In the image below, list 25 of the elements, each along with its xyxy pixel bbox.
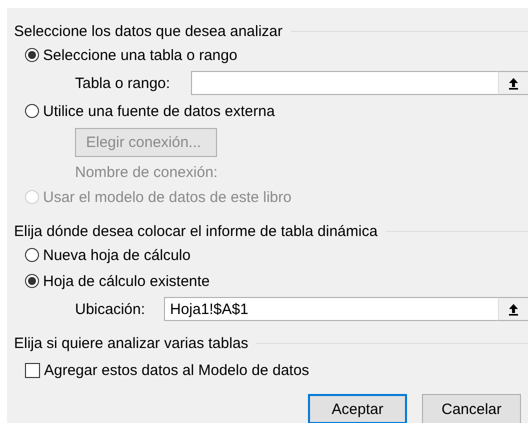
collapse-button[interactable] (498, 297, 528, 321)
input-field[interactable]: Hoja1!$A$1 (164, 297, 498, 321)
radio-button[interactable] (25, 104, 39, 118)
radio-label: Utilice una fuente de datos externa (43, 102, 275, 120)
radio-button[interactable] (25, 48, 39, 62)
connection-name-label: Nombre de conexión: (75, 164, 218, 180)
radio-button[interactable] (25, 248, 39, 262)
radio-label: Hoja de cálculo existente (43, 272, 210, 290)
checkbox-label: Agregar estos datos al Modelo de datos (44, 362, 310, 378)
section-heading: Seleccione los datos que desea analizar (14, 22, 283, 40)
field-label: Ubicación: (75, 300, 146, 318)
section-heading: Elija si quiere analizar varias tablas (14, 334, 248, 352)
ok-button[interactable]: Aceptar (308, 394, 407, 423)
cancel-button[interactable]: Cancelar (422, 394, 521, 423)
radio-button[interactable] (25, 274, 39, 288)
radio-label: Nueva hoja de cálculo (43, 246, 191, 264)
radio-label: Seleccione una tabla o rango (43, 46, 238, 64)
upload-arrow-icon (508, 76, 519, 90)
upload-arrow-icon (508, 302, 519, 316)
collapse-button[interactable] (498, 71, 528, 95)
input-field[interactable] (191, 71, 498, 95)
radio-label: Usar el modelo de datos de este libro (43, 188, 292, 206)
checkbox[interactable] (25, 362, 40, 378)
field-label: Tabla o rango: (75, 74, 172, 92)
section-heading: Elija dónde desea colocar el informe de tabla dinámica (14, 222, 378, 240)
